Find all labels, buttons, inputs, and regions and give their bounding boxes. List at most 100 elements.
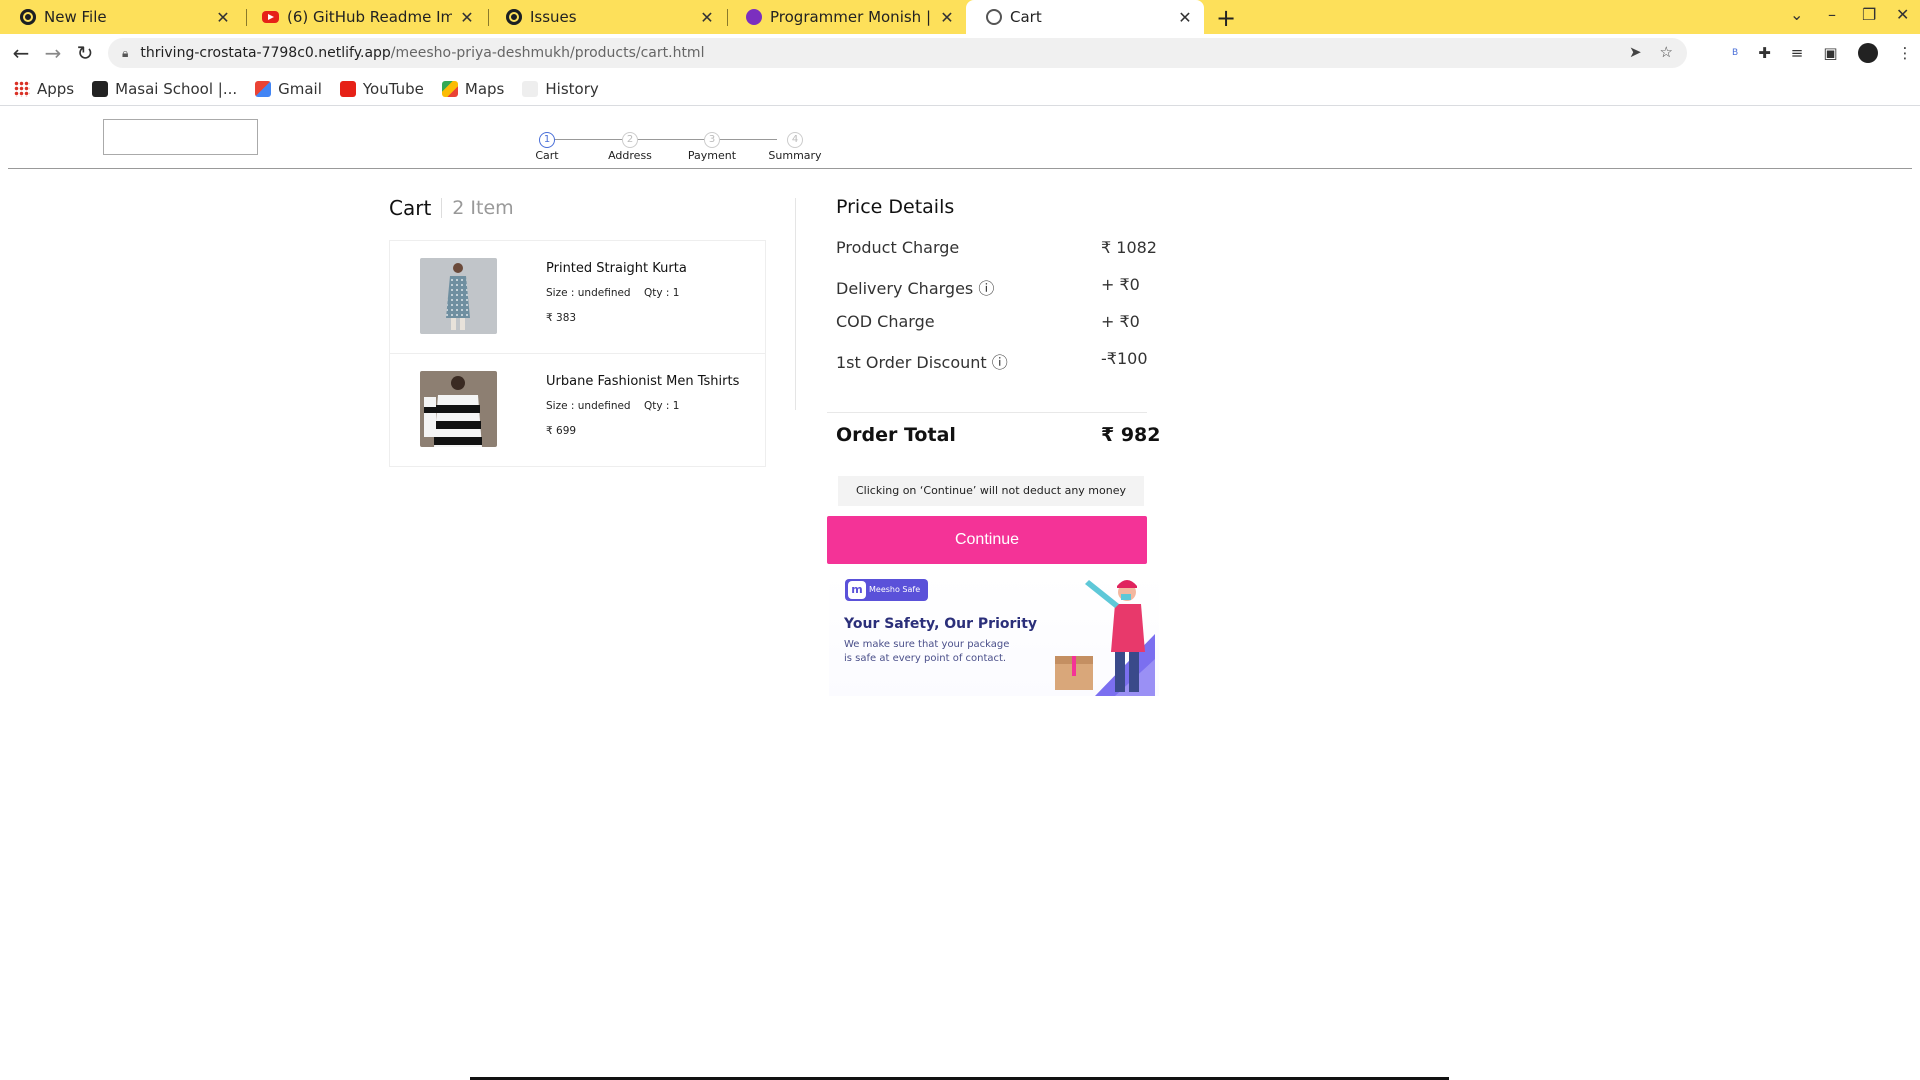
url-path: /meesho-priya-deshmukh/products/cart.htm… <box>390 45 705 61</box>
cart-header: Cart 2 Item <box>389 196 514 220</box>
media-icon[interactable]: ≡ <box>1791 44 1804 62</box>
close-icon[interactable]: ✕ <box>938 8 956 27</box>
close-icon[interactable]: ✕ <box>214 8 232 27</box>
price-row-label: Product Charge <box>836 238 960 257</box>
order-total-value: ₹ 982 <box>1101 424 1161 446</box>
profile-avatar[interactable] <box>1857 43 1878 63</box>
menu-icon[interactable]: ⋮ <box>1898 44 1913 62</box>
item-meta: Size : undefined Qty : 1 <box>546 287 679 299</box>
lock-icon[interactable]: 🔒︎ <box>122 46 128 61</box>
bookmark-label: YouTube <box>362 80 424 98</box>
youtube-icon <box>339 81 356 97</box>
price-details-title: Price Details <box>836 196 955 218</box>
tab-title: (6) GitHub Readme Images <box>287 8 452 26</box>
item-size: Size : undefined <box>546 400 631 412</box>
bookmark-label: Apps <box>37 80 75 98</box>
bookmark-gmail[interactable]: Gmail <box>255 80 322 98</box>
cart-item[interactable]: Printed Straight Kurta Size : undefined … <box>390 241 765 354</box>
meesho-safe-banner: Meesho Safe Your Safety, Our Priority We… <box>829 574 1159 696</box>
price-row-value: + ₹0 <box>1101 275 1140 294</box>
item-meta: Size : undefined Qty : 1 <box>546 400 679 412</box>
tab-new-file[interactable]: New File ✕ <box>0 0 242 34</box>
kurta-product-image[interactable] <box>420 258 497 334</box>
address-bar[interactable]: 🔒︎ thriving-crostata-7798c0.netlify.app /… <box>108 38 1687 68</box>
price-row-value: + ₹0 <box>1101 312 1140 331</box>
reload-icon[interactable]: ↻ <box>72 41 98 65</box>
logo-image[interactable] <box>103 119 258 155</box>
item-qty: Qty : 1 <box>643 287 680 299</box>
price-row-label: COD Charge <box>836 312 935 331</box>
bookmark-label: Gmail <box>278 80 322 98</box>
bookmarks-bar: Apps Masai School |... Gmail YouTube Map… <box>0 74 1920 104</box>
item-name[interactable]: Printed Straight Kurta <box>546 261 687 276</box>
browser-toolbar: ← → ↻ 🔒︎ thriving-crostata-7798c0.netlif… <box>0 34 1920 74</box>
price-row-label[interactable]: Delivery Charges ⓘ <box>836 279 994 298</box>
item-name[interactable]: Urbane Fashionist Men Tshirts <box>546 374 739 389</box>
tab-title: New File <box>44 8 107 26</box>
cart-title: Cart <box>389 196 432 220</box>
globe-icon <box>986 9 1002 25</box>
safe-banner-title: Your Safety, Our Priority <box>844 616 1038 632</box>
continue-notice: Clicking on ‘Continue’ will not deduct a… <box>838 476 1144 506</box>
delivery-person-illustration <box>1055 580 1155 696</box>
youtube-icon <box>262 11 279 23</box>
tab-search-icon[interactable]: ⌄ <box>1790 5 1803 24</box>
cart-item[interactable]: Urbane Fashionist Men Tshirts Size : und… <box>390 354 765 466</box>
item-qty: Qty : 1 <box>643 400 680 412</box>
bookmark-apps[interactable]: Apps <box>14 80 74 98</box>
github-icon <box>506 9 522 25</box>
browser-tab-strip: New File ✕ (6) GitHub Readme Images ✕ Is… <box>0 0 1920 34</box>
step-1-label: Cart <box>535 149 559 162</box>
send-icon[interactable]: ➤ <box>1629 43 1642 61</box>
bookmark-history[interactable]: History <box>522 80 599 98</box>
checkout-stepper: 1 2 3 4 Cart Address Payment Summary <box>530 118 830 162</box>
meesho-safe-badge: Meesho Safe <box>845 579 929 601</box>
back-icon[interactable]: ← <box>8 41 34 65</box>
apps-icon <box>14 81 30 97</box>
puzzle-icon[interactable]: ✚ <box>1758 44 1771 62</box>
header-divider <box>8 168 1912 169</box>
star-icon[interactable]: ☆ <box>1660 43 1673 61</box>
github-icon <box>20 9 36 25</box>
tshirt-product-image[interactable] <box>420 371 497 447</box>
restore-icon[interactable]: ❐ <box>1862 5 1876 24</box>
step-4-dot: 4 <box>787 132 803 148</box>
new-tab-button[interactable]: + <box>1213 4 1239 32</box>
bookmark-label: Maps <box>464 80 505 98</box>
step-1-dot: 1 <box>539 132 555 148</box>
extension-b-icon[interactable]: B <box>1732 48 1738 58</box>
tab-github-readme-images[interactable]: (6) GitHub Readme Images ✕ <box>242 0 486 34</box>
order-total-label: Order Total <box>836 424 956 446</box>
forward-icon[interactable]: → <box>40 41 66 65</box>
bookmark-masai[interactable]: Masai School |... <box>92 80 237 98</box>
step-4-label: Summary <box>768 149 822 162</box>
close-window-icon[interactable]: ✕ <box>1896 5 1909 24</box>
safe-banner-text: We make sure that your package is safe a… <box>844 639 1010 664</box>
column-divider <box>795 198 796 410</box>
price-row-product-charge: Product Charge ₹ 1082 <box>836 238 1157 257</box>
step-connector <box>547 139 777 140</box>
masai-icon <box>92 81 109 97</box>
price-row-discount: 1st Order Discount ⓘ -₹100 <box>836 349 1156 373</box>
tab-issues[interactable]: Issues ✕ <box>486 0 726 34</box>
tab-cart[interactable]: Cart ✕ <box>966 0 1204 34</box>
cart-page: 1 2 3 4 Cart Address Payment Summary Car… <box>0 106 1920 1080</box>
close-icon[interactable]: ✕ <box>1176 8 1194 27</box>
tab-title: Cart <box>1010 8 1042 26</box>
cart-item-list: Printed Straight Kurta Size : undefined … <box>389 240 766 467</box>
continue-button[interactable]: Continue <box>827 516 1147 564</box>
price-row-delivery: Delivery Charges ⓘ + ₹0 <box>836 275 1156 299</box>
bookmark-youtube[interactable]: YouTube <box>339 80 424 98</box>
item-size: Size : undefined <box>546 287 631 299</box>
close-icon[interactable]: ✕ <box>698 8 716 27</box>
sidepanel-icon[interactable]: ▣ <box>1823 44 1837 62</box>
bookmark-maps[interactable]: Maps <box>441 80 505 98</box>
maps-icon <box>441 81 458 97</box>
tab-title: Issues <box>530 8 577 26</box>
close-icon[interactable]: ✕ <box>458 8 476 27</box>
item-price: ₹ 699 <box>546 425 577 437</box>
minimize-icon[interactable]: – <box>1828 5 1836 24</box>
price-row-label[interactable]: 1st Order Discount ⓘ <box>836 353 1008 372</box>
tab-programmer-monish[interactable]: Programmer Monish | Mon ✕ <box>726 0 966 34</box>
cart-header-divider <box>441 198 443 218</box>
